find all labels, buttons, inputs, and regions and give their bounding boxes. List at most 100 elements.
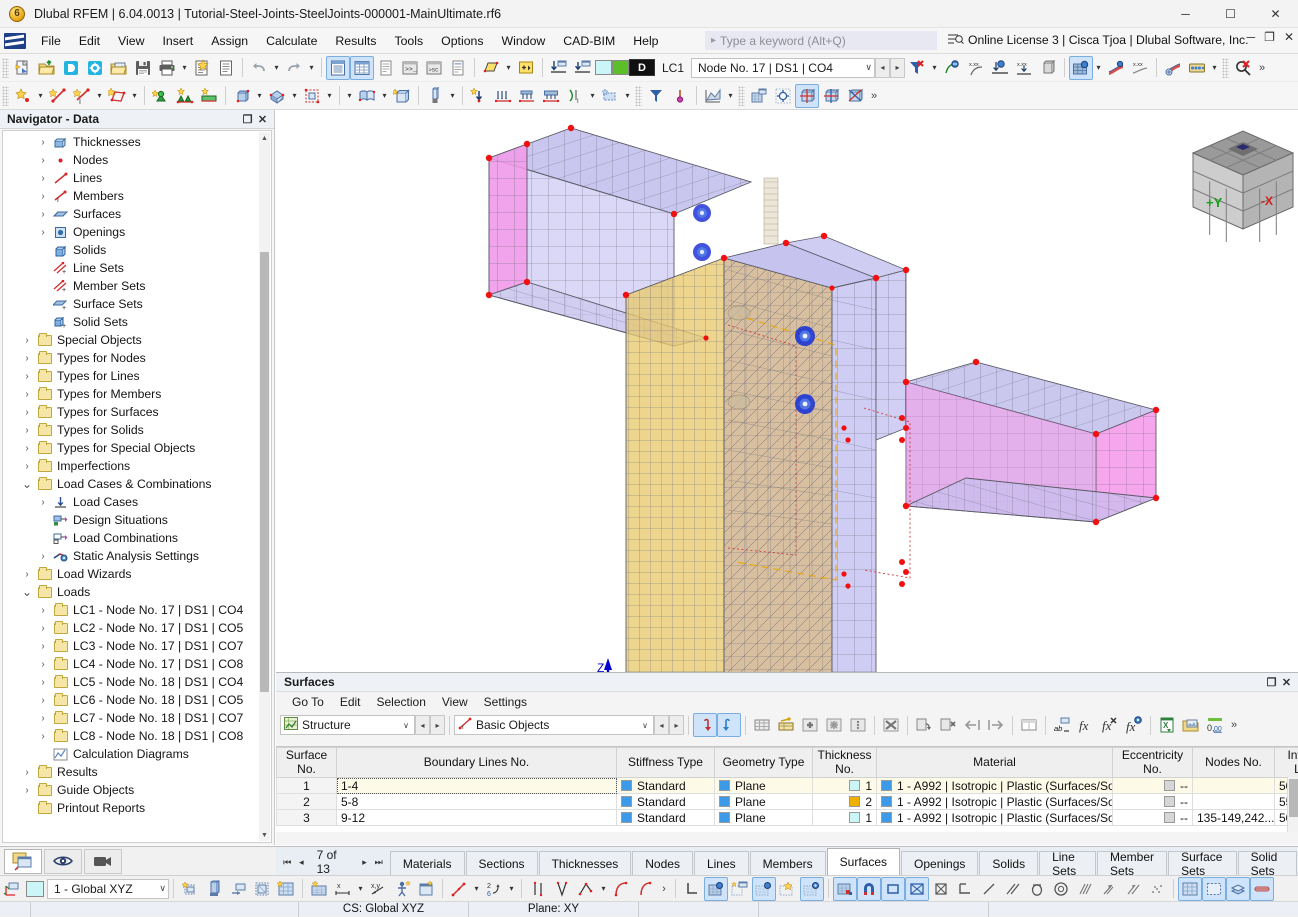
line-support-button[interactable] — [173, 84, 197, 108]
table-row[interactable]: 11-4StandardPlane11 - A992 | Isotropic |… — [277, 778, 1298, 794]
import-layer-button[interactable] — [547, 56, 571, 80]
menu-calculate[interactable]: Calculate — [257, 30, 326, 52]
grid-scroll-thumb[interactable] — [1289, 779, 1298, 817]
new-surface-dropdown-caret[interactable]: ▾ — [129, 84, 140, 108]
pager-next-button[interactable]: ▸ — [357, 857, 371, 868]
close-button[interactable]: ✕ — [1253, 0, 1298, 28]
table-header-toggle-button[interactable] — [1017, 713, 1041, 737]
expand-chevron-icon[interactable]: › — [35, 677, 51, 688]
osnap-offset-button[interactable] — [1121, 877, 1145, 901]
save-button[interactable] — [131, 56, 155, 80]
line-load-button[interactable] — [491, 84, 515, 108]
expand-chevron-icon[interactable]: › — [35, 551, 51, 562]
menu-insert[interactable]: Insert — [153, 30, 202, 52]
navigator-item[interactable]: ›LC5 - Node No. 18 | DS1 | CO4 — [3, 673, 261, 691]
cs-column-button[interactable] — [202, 877, 226, 901]
cell-geometry-type[interactable]: Plane — [715, 810, 813, 826]
maximize-button[interactable]: ☐ — [1208, 0, 1253, 28]
table-remove-link-button[interactable] — [936, 713, 960, 737]
tab-openings[interactable]: Openings — [901, 851, 978, 875]
cell-boundary-lines[interactable]: 5-8 — [337, 794, 617, 810]
color-swatch-cyan[interactable] — [595, 60, 612, 75]
navigator-item[interactable]: ›Guide Objects — [3, 781, 261, 799]
free-load-button[interactable] — [598, 84, 622, 108]
calculate-button[interactable] — [644, 84, 668, 108]
eye-visibility-icon[interactable] — [44, 849, 82, 874]
snap-grid-point-button[interactable] — [704, 877, 728, 901]
osnap-rectangle-button[interactable] — [881, 877, 905, 901]
cell-surface-no[interactable]: 2 — [277, 794, 337, 810]
navigator-item[interactable]: ›Static Analysis Settings — [3, 547, 261, 565]
tab-nodes[interactable]: Nodes — [632, 851, 693, 875]
snap-special-button[interactable] — [776, 877, 800, 901]
view-xz-button[interactable] — [843, 84, 867, 108]
display-grid-button[interactable] — [1178, 877, 1202, 901]
navigator-item[interactable]: ›IMembers — [3, 187, 261, 205]
snap-to-grid-button[interactable] — [800, 877, 824, 901]
osnap-box-x-button[interactable] — [929, 877, 953, 901]
snap-window-button[interactable] — [414, 877, 438, 901]
view-isometric-button[interactable] — [795, 84, 819, 108]
table-formula-view-button[interactable]: fx — [1122, 713, 1146, 737]
model-viewport[interactable]: Z Y X +Y -X — [276, 110, 1298, 672]
navigator-item[interactable]: ›Types for Solids — [3, 421, 261, 439]
mdi-close-button[interactable]: ✕ — [1284, 30, 1294, 44]
table-panel-restore-button[interactable]: ❐ — [1264, 676, 1279, 689]
expand-chevron-icon[interactable]: › — [35, 191, 51, 202]
dlubal-cloud-button[interactable] — [83, 56, 107, 80]
collapse-chevron-icon[interactable]: ⌄ — [19, 588, 35, 596]
table-formula-delete-button[interactable]: fx — [1098, 713, 1122, 737]
imposed-deformation-button[interactable]: I — [563, 84, 587, 108]
expand-chevron-icon[interactable]: › — [35, 137, 51, 148]
structure-next-button[interactable]: ▸ — [430, 715, 445, 735]
toolbar2-grip-3[interactable] — [738, 86, 745, 106]
arc-button[interactable] — [609, 877, 633, 901]
cell-boundary-lines[interactable]: 1-4 — [337, 778, 617, 794]
new-solid-button[interactable] — [230, 84, 254, 108]
cs-grid-button[interactable] — [274, 877, 298, 901]
nodal-load-button[interactable] — [467, 84, 491, 108]
navigator-item[interactable]: ›Nodes — [3, 151, 261, 169]
navigator-item[interactable]: ›Results — [3, 763, 261, 781]
report-list-button[interactable] — [374, 56, 398, 80]
cell-stiffness-type[interactable]: Standard — [617, 778, 715, 794]
tab-lines[interactable]: Lines — [694, 851, 749, 875]
clear-results-button[interactable] — [1231, 56, 1255, 80]
menu-results[interactable]: Results — [326, 30, 385, 52]
snap-person-button[interactable] — [390, 877, 414, 901]
grid-vertical-scrollbar[interactable] — [1287, 777, 1298, 832]
osnap-extend-button[interactable] — [1097, 877, 1121, 901]
solid-contact-dropdown-caret[interactable]: ▾ — [289, 84, 300, 108]
expand-chevron-icon[interactable]: › — [19, 569, 35, 580]
expand-chevron-icon[interactable]: › — [19, 407, 35, 418]
expand-chevron-icon[interactable]: › — [19, 389, 35, 400]
navigator-restore-button[interactable]: ❐ — [240, 113, 255, 126]
table-print-preview-button[interactable] — [1179, 713, 1203, 737]
toolbar2-grip[interactable] — [2, 86, 9, 106]
angle-lines-button[interactable] — [550, 877, 574, 901]
result-prev-button[interactable]: ◂ — [875, 58, 890, 78]
surface-load-button[interactable] — [539, 84, 563, 108]
display-selection-box-button[interactable] — [1202, 877, 1226, 901]
expand-chevron-icon[interactable]: › — [35, 605, 51, 616]
menu-assign[interactable]: Assign — [202, 30, 257, 52]
divide-line-button[interactable]: 26 — [482, 877, 506, 901]
table-move-left-button[interactable] — [960, 713, 984, 737]
edit-line-dropdown-caret[interactable]: ▾ — [471, 877, 482, 901]
values-xxx-button[interactable]: x.xx — [964, 56, 988, 80]
cell-eccentricity-no[interactable]: -- — [1113, 794, 1193, 810]
cs-origin-icon[interactable] — [0, 877, 24, 901]
navigator-item[interactable]: ›Types for Special Objects — [3, 439, 261, 457]
navigator-item[interactable]: Load Combinations — [3, 529, 261, 547]
expand-chevron-icon[interactable]: › — [35, 641, 51, 652]
work-plane-button[interactable] — [307, 877, 331, 901]
expand-chevron-icon[interactable]: › — [19, 461, 35, 472]
cell-nodes-no[interactable] — [1193, 778, 1275, 794]
osnap-parallel-button[interactable] — [1001, 877, 1025, 901]
cs-axis-button[interactable] — [226, 877, 250, 901]
table-undo-button[interactable] — [693, 713, 717, 737]
result-section-button[interactable] — [1161, 56, 1185, 80]
export-layer-button[interactable] — [571, 56, 595, 80]
cube-view-button[interactable] — [390, 84, 414, 108]
corner-snap-button[interactable] — [680, 877, 704, 901]
